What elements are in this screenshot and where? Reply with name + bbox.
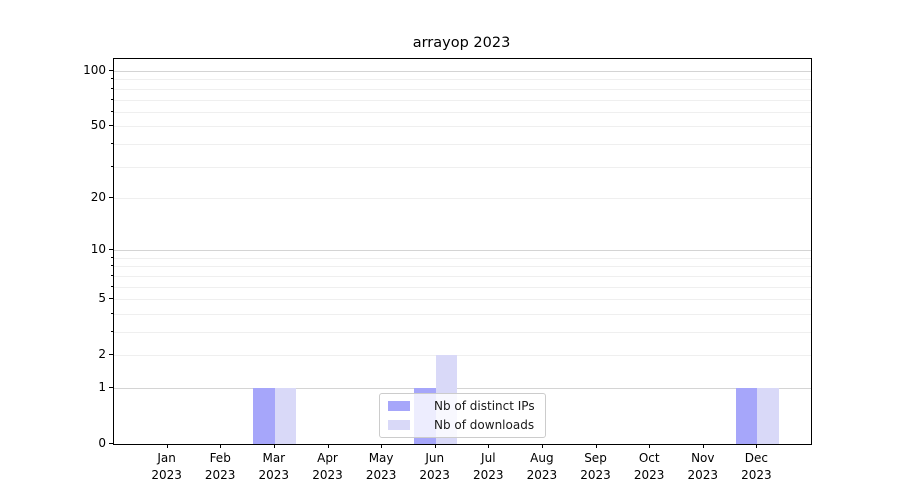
- y-tick-label: 50: [0, 117, 106, 133]
- x-tick-mark: [381, 444, 382, 448]
- y-tick-mark: [109, 70, 113, 71]
- y-gridline-major: [114, 388, 811, 389]
- y-gridline-minor: [114, 126, 811, 127]
- y-gridline-minor: [114, 299, 811, 300]
- y-minor-tick-mark: [111, 99, 113, 100]
- legend: Nb of distinct IPs Nb of downloads: [379, 393, 546, 438]
- x-tick-mark: [756, 444, 757, 448]
- y-tick-mark: [109, 197, 113, 198]
- y-gridline-major: [114, 250, 811, 251]
- x-tick-mark: [488, 444, 489, 448]
- legend-swatch-icon: [388, 401, 410, 411]
- y-minor-tick-mark: [111, 88, 113, 89]
- y-minor-tick-mark: [111, 111, 113, 112]
- legend-label: Nb of distinct IPs: [418, 399, 537, 413]
- legend-label: Nb of downloads: [418, 418, 537, 432]
- y-gridline-minor: [114, 112, 811, 113]
- y-tick-mark: [109, 249, 113, 250]
- y-tick-label: 20: [0, 189, 106, 205]
- y-gridline-minor: [114, 332, 811, 333]
- x-tick-mark: [435, 444, 436, 448]
- bar-distinct-ips: [736, 388, 758, 444]
- x-tick-mark: [167, 444, 168, 448]
- x-tick-mark: [328, 444, 329, 448]
- y-gridline-minor: [114, 258, 811, 259]
- y-minor-tick-mark: [111, 265, 113, 266]
- y-gridline-minor: [114, 276, 811, 277]
- y-tick-mark: [109, 125, 113, 126]
- figure: arrayop 2023 Nb of distinct IPs Nb of dow…: [0, 0, 900, 500]
- y-tick-label: 5: [0, 290, 106, 306]
- y-gridline-minor: [114, 266, 811, 267]
- x-tick-mark: [596, 444, 597, 448]
- legend-row: Nb of downloads: [388, 418, 537, 433]
- y-tick-mark: [109, 443, 113, 444]
- bar-downloads: [757, 388, 779, 444]
- y-minor-tick-mark: [111, 331, 113, 332]
- y-tick-label: 0: [0, 435, 106, 451]
- y-gridline-minor: [114, 198, 811, 199]
- y-gridline-minor: [114, 89, 811, 90]
- y-tick-label: 100: [0, 62, 106, 78]
- chart-title: arrayop 2023: [113, 35, 810, 51]
- y-gridline-major: [114, 71, 811, 72]
- x-tick-mark: [703, 444, 704, 448]
- y-gridline-minor: [114, 167, 811, 168]
- y-gridline-minor: [114, 355, 811, 356]
- y-tick-label: 1: [0, 379, 106, 395]
- x-tick-mark: [542, 444, 543, 448]
- y-gridline-minor: [114, 287, 811, 288]
- y-tick-label: 10: [0, 241, 106, 257]
- y-minor-tick-mark: [111, 78, 113, 79]
- legend-row: Nb of distinct IPs: [388, 399, 537, 414]
- x-tick-mark: [649, 444, 650, 448]
- y-minor-tick-mark: [111, 257, 113, 258]
- y-gridline-minor: [114, 100, 811, 101]
- y-minor-tick-mark: [111, 166, 113, 167]
- y-minor-tick-mark: [111, 275, 113, 276]
- x-tick-label: Dec 2023: [716, 450, 796, 483]
- y-tick-mark: [109, 354, 113, 355]
- y-minor-tick-mark: [111, 313, 113, 314]
- y-tick-label: 2: [0, 346, 106, 362]
- bar-downloads: [275, 388, 297, 444]
- y-minor-tick-mark: [111, 143, 113, 144]
- plot-area: Nb of distinct IPs Nb of downloads: [113, 58, 812, 445]
- y-gridline-minor: [114, 314, 811, 315]
- y-tick-mark: [109, 298, 113, 299]
- y-minor-tick-mark: [111, 286, 113, 287]
- x-tick-mark: [274, 444, 275, 448]
- bar-distinct-ips: [253, 388, 275, 444]
- x-tick-mark: [220, 444, 221, 448]
- y-gridline-minor: [114, 144, 811, 145]
- y-tick-mark: [109, 387, 113, 388]
- y-gridline-minor: [114, 79, 811, 80]
- legend-swatch-icon: [388, 420, 410, 430]
